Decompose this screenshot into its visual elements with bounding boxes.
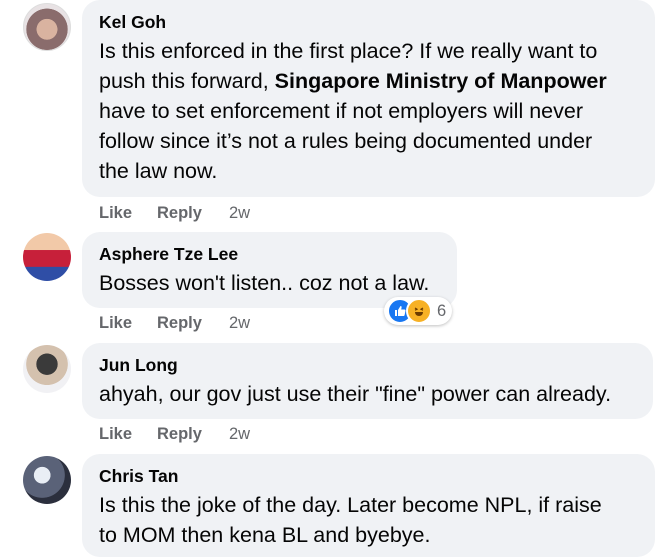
- comment-actions: Like Reply 2w: [99, 201, 250, 225]
- comment-author[interactable]: Jun Long: [99, 351, 636, 379]
- comment-bubble-chris-tan: Chris Tan Is this the joke of the day. L…: [82, 454, 655, 557]
- comment-bubble-kel-goh: Kel Goh Is this enforced in the first pl…: [82, 0, 655, 197]
- avatar-asphere-tze-lee[interactable]: [23, 233, 71, 281]
- reply-button[interactable]: Reply: [157, 425, 229, 444]
- comment-text: Is this the joke of the day. Later becom…: [99, 493, 602, 547]
- timestamp[interactable]: 2w: [229, 425, 250, 444]
- comment-author[interactable]: Asphere Tze Lee: [99, 240, 440, 268]
- comment-actions: Like Reply 2w: [99, 311, 250, 335]
- comment-text: Is this enforced in the first place? If …: [99, 39, 607, 183]
- avatar-kel-goh[interactable]: [23, 3, 71, 51]
- laughing-face-icon: [406, 298, 432, 324]
- like-button[interactable]: Like: [99, 314, 157, 333]
- mention-link[interactable]: Singapore Ministry of Manpower: [275, 69, 607, 93]
- comment-text: ahyah, our gov just use their "fine" pow…: [99, 382, 612, 406]
- comment-author[interactable]: Kel Goh: [99, 8, 638, 36]
- timestamp[interactable]: 2w: [229, 204, 250, 223]
- reaction-count: 6: [437, 301, 447, 320]
- comment-text: Bosses won't listen.. coz not a law.: [99, 271, 430, 295]
- avatar-jun-long[interactable]: [23, 345, 71, 393]
- comment-author[interactable]: Chris Tan: [99, 462, 638, 490]
- like-button[interactable]: Like: [99, 204, 157, 223]
- like-button[interactable]: Like: [99, 425, 157, 444]
- comment-bubble-jun-long: Jun Long ahyah, our gov just use their "…: [82, 343, 653, 419]
- reaction-summary[interactable]: 6: [384, 297, 453, 325]
- reply-button[interactable]: Reply: [157, 314, 229, 333]
- reply-button[interactable]: Reply: [157, 204, 229, 223]
- timestamp[interactable]: 2w: [229, 314, 250, 333]
- avatar-chris-tan[interactable]: [23, 456, 71, 504]
- comment-actions: Like Reply 2w: [99, 422, 250, 446]
